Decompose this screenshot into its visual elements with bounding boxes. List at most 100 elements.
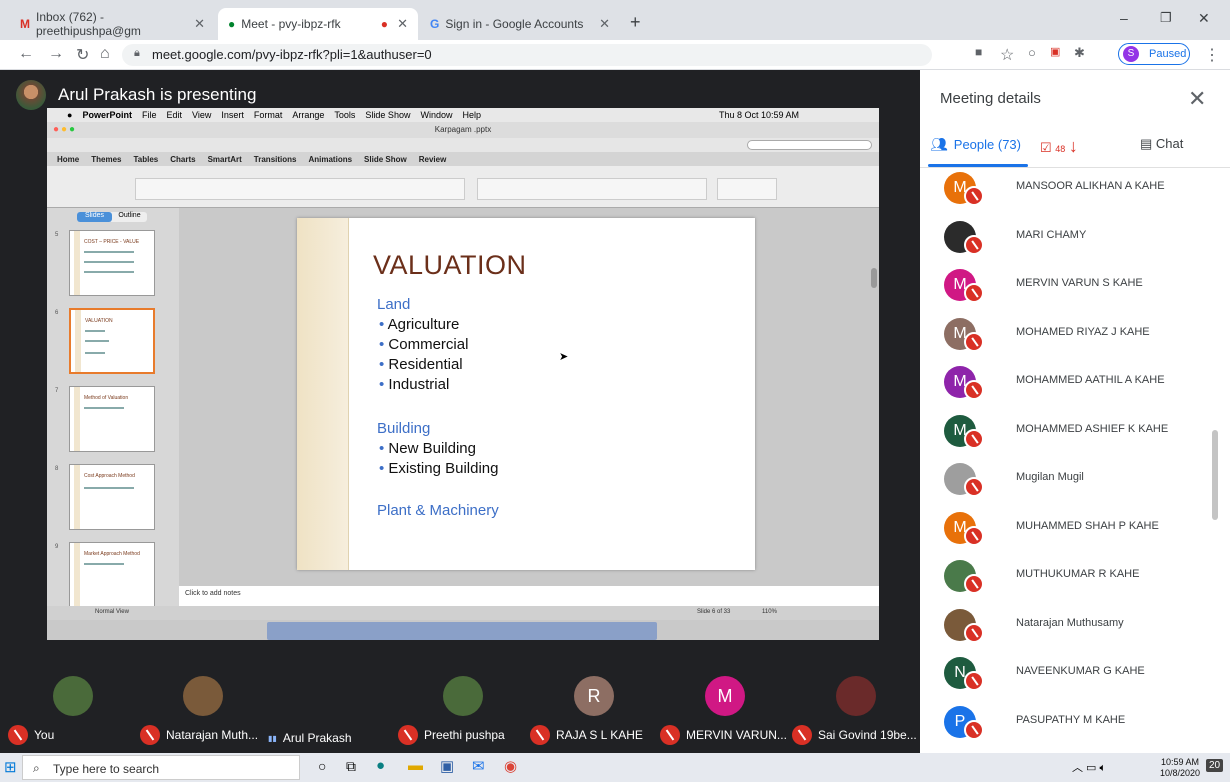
tab-people[interactable]: 👥︎ People (73) [930, 136, 1021, 153]
tile-avatar [53, 676, 93, 716]
slide-thumbnail-selected: VALUATION [69, 308, 155, 374]
windows-taskbar: ⊞ ⌕ Type here to search ○ ⧉ ● ▬ ▣ ✉ ◉ ︿ … [0, 753, 1230, 782]
search-placeholder: Type here to search [53, 762, 160, 776]
task-view-icon[interactable]: ⧉ [346, 758, 356, 775]
store-icon[interactable]: ▣ [440, 757, 454, 775]
home-icon[interactable]: ⌂ [100, 45, 110, 63]
ppt-standard-toolbar [47, 138, 879, 152]
participant-row[interactable]: M MOHAMMED ASHIEF K KAHE [944, 413, 1214, 453]
restore-icon[interactable]: ❐ [1160, 10, 1172, 26]
tile-name: Sai Govind 19be... [818, 728, 917, 742]
participant-row[interactable]: Mugilan Mugil [944, 461, 1214, 501]
participant-row[interactable]: M MOHAMMED AATHIL A KAHE [944, 364, 1214, 404]
participant-row[interactable]: M MANSOOR ALIKHAN A KAHE [944, 170, 1214, 210]
recording-icon: ● [380, 17, 388, 31]
profile-paused-button[interactable]: S Paused [1118, 43, 1190, 65]
tab-google-signin[interactable]: G Sign in - Google Accounts ✕ [420, 8, 620, 40]
participant-row[interactable]: MARI CHAMY [944, 219, 1214, 259]
presenting-text: Arul Prakash is presenting [58, 85, 257, 104]
notification-count[interactable]: 20 [1206, 759, 1224, 772]
participant-tile[interactable]: ▮▮ Arul Prakash [268, 640, 398, 753]
tab-gmail[interactable]: M Inbox (762) - preethipushpa@gm ✕ [10, 8, 215, 40]
taskbar-clock[interactable]: 10:59 AM 10/8/2020 [1160, 757, 1200, 779]
tab-label: Meet - pvy-ibpz-rfk [241, 17, 341, 31]
close-icon[interactable]: ✕ [599, 16, 610, 32]
forward-icon[interactable]: → [48, 45, 64, 63]
ribbon-tab-themes: Themes [91, 154, 122, 164]
active-tab-indicator [928, 164, 1028, 167]
participant-tile[interactable]: Preethi pushpa [398, 640, 528, 753]
mic-off-icon [964, 525, 984, 546]
puzzle-icon[interactable]: ✱ [1074, 45, 1085, 61]
participant-row[interactable]: M MOHAMED RIYAZ J KAHE [944, 316, 1214, 356]
tile-name: Arul Prakash [282, 731, 352, 745]
windows-start-icon[interactable]: ⊞ [4, 758, 17, 776]
panel-close-icon[interactable]: ✕ [1188, 86, 1206, 112]
participant-row[interactable]: N NAVEENKUMAR G KAHE [944, 655, 1214, 695]
participant-row[interactable]: MUTHUKUMAR R KAHE [944, 558, 1214, 598]
extension-circle-icon[interactable]: ○ [1028, 45, 1036, 60]
thumb-number: 9 [55, 544, 59, 550]
pdf-extension-icon[interactable]: ▣ [1050, 45, 1060, 58]
tab-tasks[interactable]: ☑ 48 ↓ [1040, 136, 1078, 157]
menu-dots-icon[interactable]: ⋮ [1204, 45, 1220, 65]
taskbar-search[interactable]: ⌕ Type here to search [22, 755, 300, 780]
ppt-window-title: ● ● ● Karpagam .pptx [47, 122, 879, 138]
mail-icon[interactable]: ✉ [472, 757, 485, 775]
close-icon[interactable]: ✕ [397, 16, 408, 32]
chrome-icon[interactable]: ◉ [504, 757, 517, 775]
participant-name: MERVIN VARUN S KAHE [1016, 277, 1143, 289]
thumb-line [84, 251, 134, 253]
participant-row[interactable]: M MERVIN VARUN S KAHE [944, 267, 1214, 307]
tile-label: ▮▮ Arul Prakash [268, 731, 352, 745]
participant-tile[interactable]: M MERVIN VARUN... [660, 640, 790, 753]
menu-powerpoint: PowerPoint [82, 110, 132, 120]
thumb-number: 6 [55, 310, 59, 316]
close-icon[interactable]: ✕ [194, 16, 205, 32]
meeting-details-panel: Meeting details ✕ 👥︎ People (73) ☑ 48 ↓ … [920, 70, 1230, 753]
thumb-line [84, 563, 124, 565]
thumb-title: COST – PRICE - VALUE [84, 239, 140, 245]
menu-view: View [191, 110, 212, 120]
tab-chat[interactable]: ▤ Chat [1140, 136, 1183, 152]
camera-icon[interactable]: ■ [975, 45, 982, 59]
presenter-banner: Arul Prakash is presenting [16, 80, 256, 110]
tile-name: Preethi pushpa [424, 728, 505, 742]
panel-scrollbar[interactable] [1212, 430, 1218, 520]
edge-icon[interactable]: ● [376, 757, 385, 774]
slide-bullet: Industrial [379, 376, 449, 393]
window-close-icon[interactable]: ✕ [1198, 10, 1210, 27]
tray-icons[interactable]: ︿ ▭ 🔈︎ [1072, 759, 1106, 775]
minimize-icon[interactable]: – [1120, 10, 1128, 26]
clock-time: 10:59 AM [1161, 757, 1200, 767]
thumb-line [84, 271, 134, 273]
menu-tools: Tools [334, 110, 356, 120]
apple-icon: ● [67, 110, 73, 120]
people-icon: 👥︎ [930, 136, 948, 152]
participant-tile[interactable]: Sai Govind 19be... [792, 640, 920, 753]
url-field[interactable]: 🔒︎ meet.google.com/pvy-ibpz-rfk?pli=1&au… [122, 44, 932, 66]
reload-icon[interactable]: ↻ [76, 45, 89, 65]
cortana-icon[interactable]: ○ [318, 758, 326, 774]
mic-off-icon [964, 477, 984, 497]
tile-avatar: M [705, 676, 745, 716]
tile-label: MERVIN VARUN... [660, 725, 787, 745]
participant-tile[interactable]: You [8, 640, 138, 753]
participant-tile[interactable]: Natarajan Muth... [140, 640, 266, 753]
ribbon-tab-transitions: Transitions [253, 154, 297, 164]
file-explorer-icon[interactable]: ▬ [408, 757, 423, 774]
clock-date: 10/8/2020 [1160, 768, 1201, 778]
participant-row[interactable]: P PASUPATHY M KAHE [944, 704, 1214, 744]
lock-icon: 🔒︎ [134, 47, 140, 59]
menu-window: Window [420, 110, 453, 120]
new-tab-icon[interactable]: + [630, 12, 641, 33]
tab-meet[interactable]: ● Meet - pvy-ibpz-rfk ● ✕ [218, 8, 418, 40]
participant-row[interactable]: M MUHAMMED SHAH P KAHE [944, 510, 1214, 550]
insert-controls [477, 178, 707, 200]
tile-name: Natarajan Muth... [166, 728, 259, 742]
participant-name: Mugilan Mugil [1016, 471, 1084, 483]
star-icon[interactable]: ☆ [1000, 45, 1014, 65]
participant-tile[interactable]: R RAJA S L KAHE [530, 640, 658, 753]
participant-row[interactable]: Natarajan Muthusamy [944, 607, 1214, 647]
back-icon[interactable]: ← [18, 45, 34, 63]
